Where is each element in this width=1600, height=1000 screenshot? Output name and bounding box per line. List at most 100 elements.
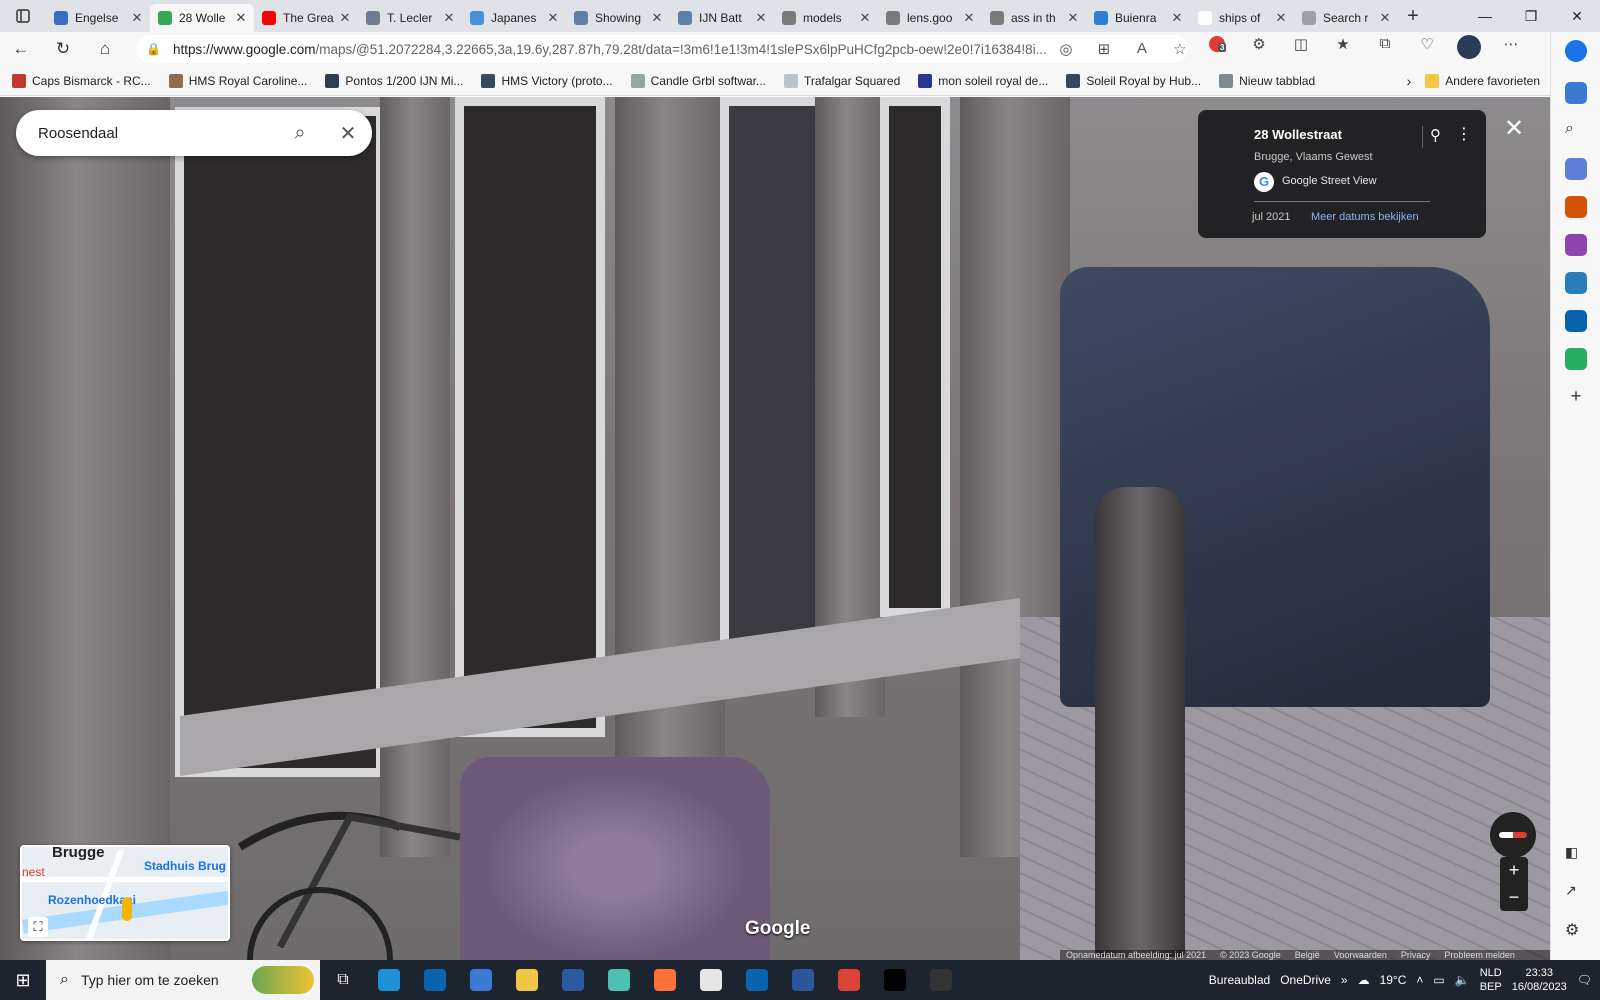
extensions-icon[interactable]: ⚙ [1238,35,1280,63]
tab-close-icon[interactable]: ✕ [1274,10,1288,26]
browser-tab[interactable]: IJN Batt ✕ [670,4,774,32]
open-external-icon[interactable]: ↗ [1565,882,1587,904]
expand-map-icon[interactable]: ⛶ [28,917,48,937]
clear-search-icon[interactable]: ✕ [324,121,372,146]
taskbar-app-outlook-icon[interactable] [412,960,458,1000]
tab-close-icon[interactable]: ✕ [1066,10,1080,26]
onedrive-label[interactable]: OneDrive [1280,973,1331,987]
tab-close-icon[interactable]: ✕ [130,10,144,26]
zoom-in-button[interactable]: + [1500,857,1528,884]
volume-icon[interactable]: 🔈 [1455,973,1470,987]
tray-overflow-icon[interactable]: ˄ [1416,973,1423,987]
profile-avatar[interactable] [1448,35,1490,63]
task-view-icon[interactable]: ⧉ [320,960,366,1000]
browser-tab[interactable]: T. Lecler ✕ [358,4,462,32]
chevron-icon[interactable]: » [1341,973,1348,987]
close-window-icon[interactable]: ✕ [1554,8,1600,25]
tab-close-icon[interactable]: ✕ [338,10,352,26]
clock[interactable]: 23:33 16/08/2023 [1512,966,1567,994]
temperature[interactable]: 19°C [1380,973,1407,987]
lock-icon[interactable]: 🔒 [146,42,161,56]
compass-icon[interactable] [1490,812,1536,858]
tab-close-icon[interactable]: ✕ [234,10,248,26]
taskbar-app-rhino-icon[interactable] [918,960,964,1000]
taskbar-app-ship-app-icon[interactable] [550,960,596,1000]
network-icon[interactable]: ▭ [1433,973,1444,987]
browser-essentials-icon[interactable]: ♡ [1406,35,1448,63]
notifications-icon[interactable]: 🗨 [1577,973,1592,987]
browser-tab[interactable]: Showing ✕ [566,4,670,32]
favorites-icon[interactable]: ★ [1322,35,1364,63]
weather-icon[interactable]: ☁ [1358,973,1370,987]
split-screen-icon[interactable]: ◫ [1280,35,1322,63]
refresh-icon[interactable]: ↻ [42,39,84,59]
taskbar-app-inkscape-icon[interactable] [872,960,918,1000]
minimap[interactable]: Brugge nest Stadhuis Brug Rozenhoedkaai … [20,845,230,941]
taskbar-app-edge-icon[interactable] [366,960,412,1000]
browser-tab[interactable]: Japanes ✕ [462,4,566,32]
tab-actions-button[interactable] [0,0,46,32]
add-sidebar-app-icon[interactable]: + [1565,386,1587,408]
collections-icon[interactable]: ⧉ [1364,35,1406,63]
close-street-view-icon[interactable]: ✕ [1504,114,1524,143]
home-icon[interactable]: ⌂ [84,39,126,59]
minimize-icon[interactable]: — [1462,8,1508,25]
drop-icon[interactable] [1565,348,1587,370]
zoom-out-button[interactable]: − [1500,884,1528,911]
favorite-star-icon[interactable]: ☆ [1161,40,1188,58]
bookmark-item[interactable]: Pontos 1/200 IJN Mi... [325,73,463,88]
browser-tab[interactable]: Search r ✕ [1294,4,1398,32]
microsoft-365-icon[interactable] [1565,272,1587,294]
taskbar-search[interactable]: ⌕ Typ hier om te zoeken [46,960,320,1000]
maps-search-box[interactable]: Roosendaal ⌕ ✕ [16,110,372,156]
taskbar-app-firefox-icon[interactable] [642,960,688,1000]
tab-close-icon[interactable]: ✕ [858,10,872,26]
tab-close-icon[interactable]: ✕ [1378,10,1392,26]
tab-close-icon[interactable]: ✕ [650,10,664,26]
language-indicator[interactable]: NLD BEP [1480,966,1502,994]
apps-icon[interactable]: ⊞ [1085,40,1123,58]
hide-sidebar-icon[interactable]: ◧ [1565,844,1587,866]
read-aloud-icon[interactable]: A [1123,40,1161,58]
bookmark-item[interactable]: Trafalgar Squared [784,73,900,88]
taskbar-app-teams-tiles-icon[interactable] [458,960,504,1000]
browser-tab[interactable]: ships of ✕ [1190,4,1294,32]
desktop-label[interactable]: Bureaublad [1209,973,1270,987]
taskbar-app-outlook-2-icon[interactable] [734,960,780,1000]
taskbar-app-loop-icon[interactable] [596,960,642,1000]
windows-start-icon[interactable]: ⊞ [0,970,46,991]
bookmark-item[interactable]: Soleil Royal by Hub... [1066,73,1201,88]
browser-tab[interactable]: Engelse ✕ [46,4,150,32]
more-options-icon[interactable]: ⋮ [1456,124,1472,144]
bookmarks-folder[interactable]: Andere favorieten [1425,73,1540,88]
bookmark-item[interactable]: Candle Grbl softwar... [630,73,766,88]
location-pin-icon[interactable]: ⚲ [1430,126,1441,144]
taskbar-app-word-icon[interactable] [780,960,826,1000]
adblock-icon[interactable]: 3 [1196,35,1238,63]
back-icon[interactable]: ← [0,39,42,59]
tab-close-icon[interactable]: ✕ [546,10,560,26]
bing-chat-icon[interactable] [1565,40,1587,62]
browser-tab[interactable]: Buienra ✕ [1086,4,1190,32]
tools-icon[interactable] [1565,196,1587,218]
bookmark-item[interactable]: Nieuw tabblad [1219,73,1315,88]
settings-more-icon[interactable]: ⋯ [1490,35,1532,63]
address-bar[interactable]: 🔒 https://www.google.com/maps/@51.207228… [136,35,1188,63]
location-icon[interactable]: ◎ [1047,40,1085,58]
bookmark-item[interactable]: Caps Bismarck - RC... [12,73,151,88]
bookmark-item[interactable]: HMS Royal Caroline... [168,73,307,88]
games-icon[interactable] [1565,234,1587,256]
taskbar-app-notes-icon[interactable] [688,960,734,1000]
taskbar-app-explorer-icon[interactable] [504,960,550,1000]
tab-close-icon[interactable]: ✕ [442,10,456,26]
tab-close-icon[interactable]: ✕ [754,10,768,26]
browser-tab[interactable]: 28 Wolle ✕ [150,3,254,32]
restore-icon[interactable]: ❐ [1508,8,1554,25]
bookmark-item[interactable]: HMS Victory (proto... [481,73,613,88]
more-dates-link[interactable]: Meer datums bekijken [1311,211,1419,223]
bookmarks-overflow-icon[interactable]: › [1407,73,1412,89]
shopping-icon[interactable] [1565,158,1587,180]
search-icon[interactable]: ⌕ [276,122,324,145]
bookmark-item[interactable]: mon soleil royal de... [918,73,1048,88]
browser-tab[interactable]: models ✕ [774,4,878,32]
